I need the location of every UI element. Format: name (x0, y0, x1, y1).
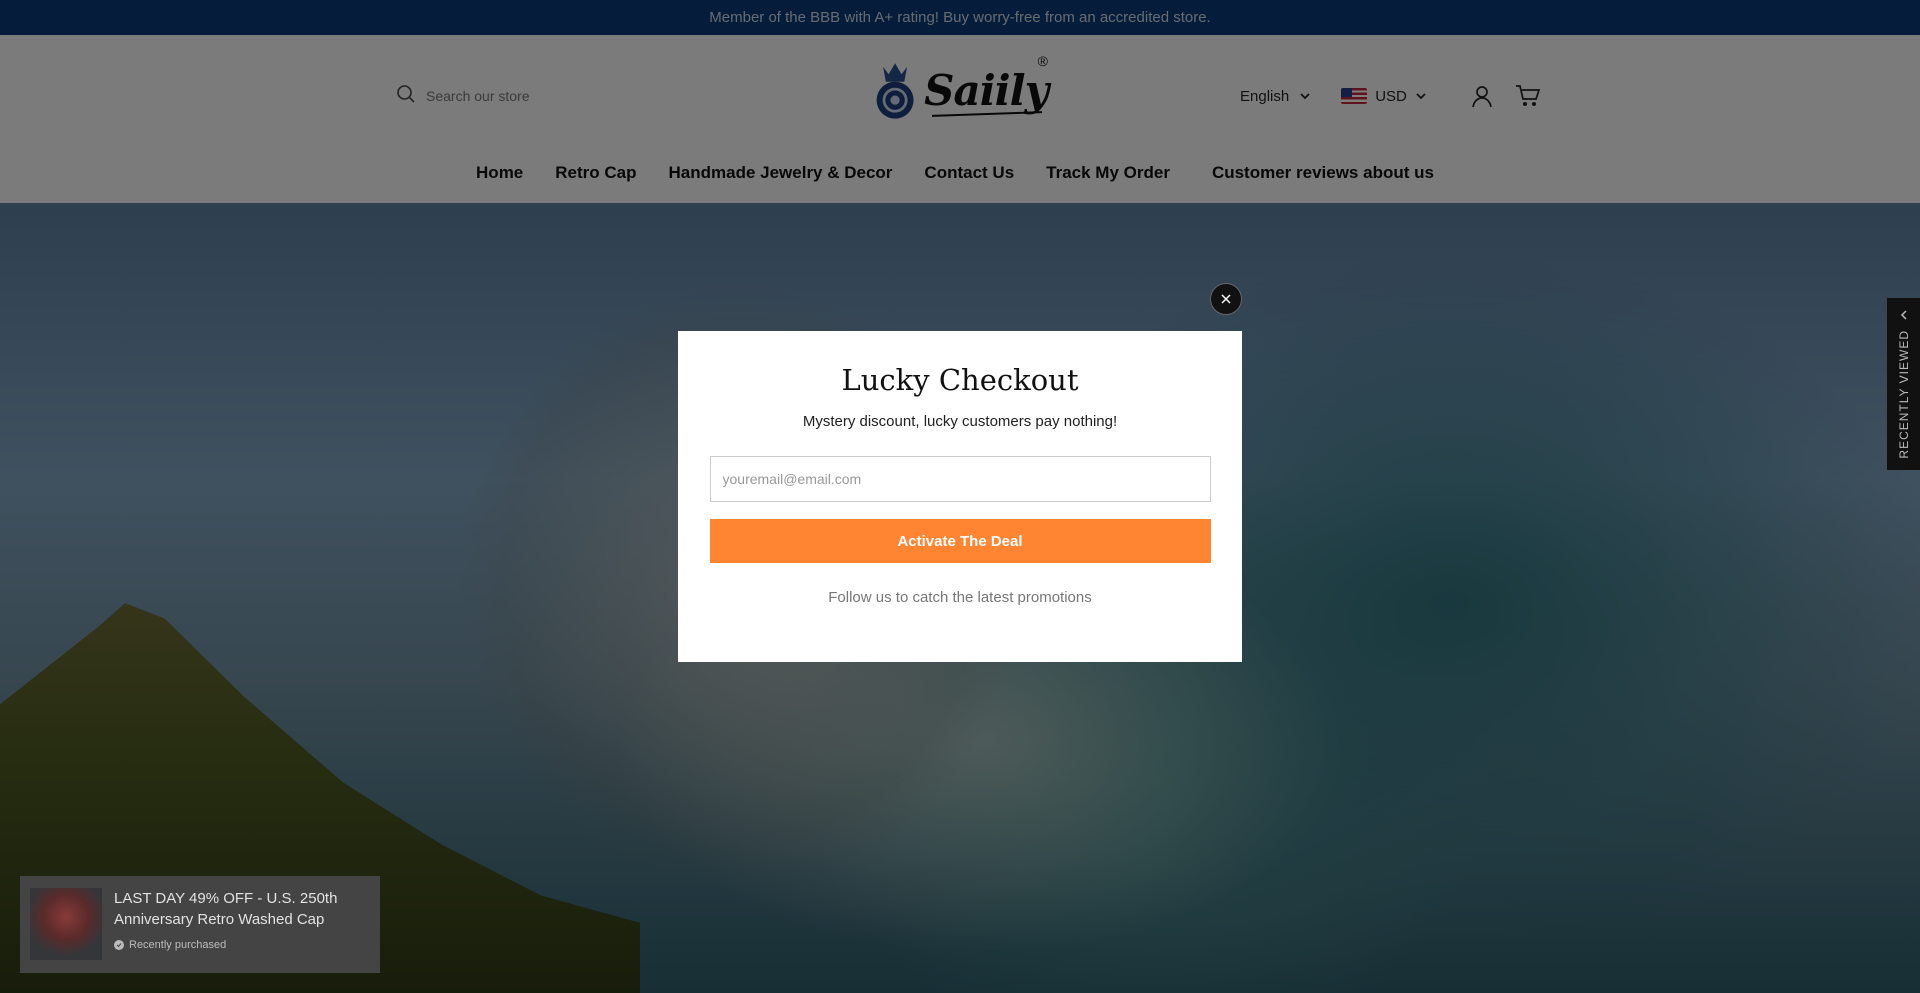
follow-text: Follow us to catch the latest promotions (828, 589, 1092, 606)
toast-body: LAST DAY 49% OFF - U.S. 250th Anniversar… (114, 888, 370, 961)
recent-purchase-toast[interactable]: LAST DAY 49% OFF - U.S. 250th Anniversar… (20, 876, 380, 973)
toast-meta-text: Recently purchased (129, 939, 227, 951)
product-thumbnail (30, 888, 102, 960)
modal-subtitle: Mystery discount, lucky customers pay no… (802, 413, 1118, 430)
chevron-left-icon (1900, 310, 1907, 320)
recently-viewed-label: RECENTLY VIEWED (1896, 330, 1911, 459)
recently-viewed-tab[interactable]: RECENTLY VIEWED (1887, 298, 1920, 470)
modal-title: Lucky Checkout (841, 363, 1079, 397)
activate-deal-button[interactable]: Activate The Deal (709, 519, 1211, 563)
close-modal-button[interactable] (1210, 283, 1242, 315)
email-field[interactable] (709, 456, 1211, 502)
lucky-checkout-modal: Lucky Checkout Mystery discount, lucky c… (678, 331, 1242, 662)
toast-meta: Recently purchased (114, 939, 370, 951)
close-icon (1221, 294, 1231, 304)
check-icon (114, 940, 124, 950)
toast-title: LAST DAY 49% OFF - U.S. 250th Anniversar… (114, 890, 338, 928)
